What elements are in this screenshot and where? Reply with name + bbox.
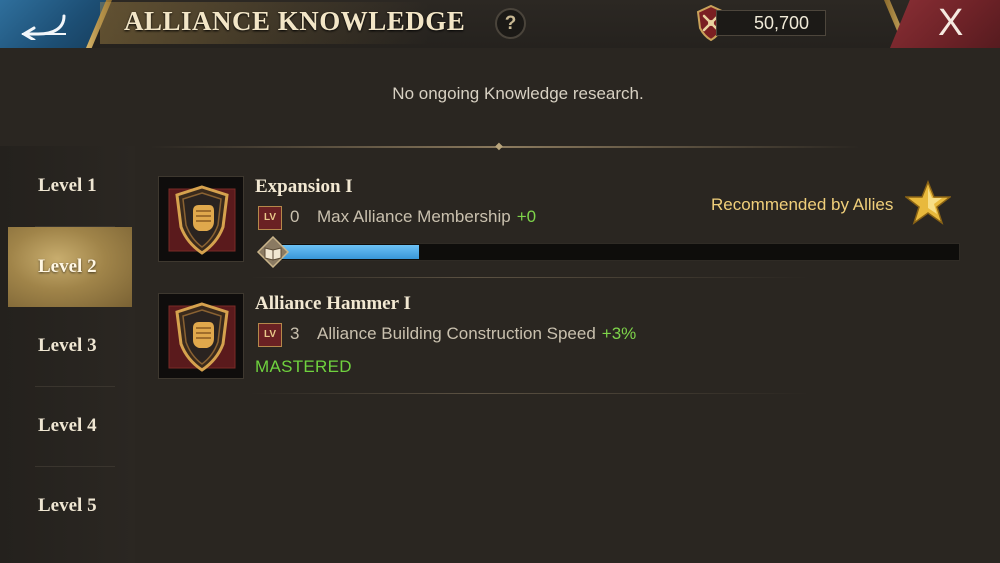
sidebar-item-level-2[interactable]: Level 2 [8,227,132,307]
shield-fist-icon [168,302,236,372]
level-badge-icon: LV [258,323,282,347]
knowledge-icon-frame [158,293,244,379]
close-button[interactable]: X [890,0,1000,48]
knowledge-icon-frame [158,176,244,262]
level-sidebar: Level 1 Level 2 Level 3 Level 4 Level 5 [0,146,135,563]
knowledge-effect: Max Alliance Membership +0 [317,207,536,227]
knowledge-level: 0 [290,207,300,226]
shield-fist-icon [168,185,236,255]
mastered-status: MASTERED [255,357,352,376]
card-divider [250,393,810,394]
star-icon [905,180,951,225]
knowledge-name: Expansion I [255,176,353,197]
currency-value: 50,700 [716,10,826,36]
page-title: ALLIANCE KNOWLEDGE [124,6,466,36]
knowledge-card-expansion[interactable]: Expansion I LV 0 Max Alliance Membership… [158,176,960,268]
close-icon: X [938,2,964,44]
knowledge-card-alliance-hammer[interactable]: Alliance Hammer I LV 3 Alliance Building… [158,293,960,383]
effect-label: Alliance Building Construction Speed [317,324,596,343]
effect-bonus: +3% [601,324,637,343]
card-divider [250,277,810,278]
effect-label: Max Alliance Membership [317,207,511,226]
knowledge-level: 3 [290,324,300,343]
recommended-label: Recommended by Allies [711,195,894,214]
sidebar-item-level-5[interactable]: Level 5 [8,466,132,546]
research-progress-bar [274,243,960,261]
divider-ornament-icon: ◆ [495,141,503,152]
header-bar: ALLIANCE KNOWLEDGE ? 50,700 X [0,0,1000,48]
sidebar-item-level-1[interactable]: Level 1 [8,146,132,226]
knowledge-name: Alliance Hammer I [255,293,411,314]
research-progress-fill [275,245,419,259]
sidebar-item-level-3[interactable]: Level 3 [8,306,132,386]
effect-bonus: +0 [516,207,537,226]
back-arrow-icon [21,14,66,40]
knowledge-effect: Alliance Building Construction Speed +3% [317,324,636,344]
book-icon [256,236,290,268]
level-badge-icon: LV [258,206,282,230]
sidebar-item-level-4[interactable]: Level 4 [8,386,132,466]
help-button[interactable]: ? [495,8,526,39]
research-status: No ongoing Knowledge research. [392,84,644,103]
